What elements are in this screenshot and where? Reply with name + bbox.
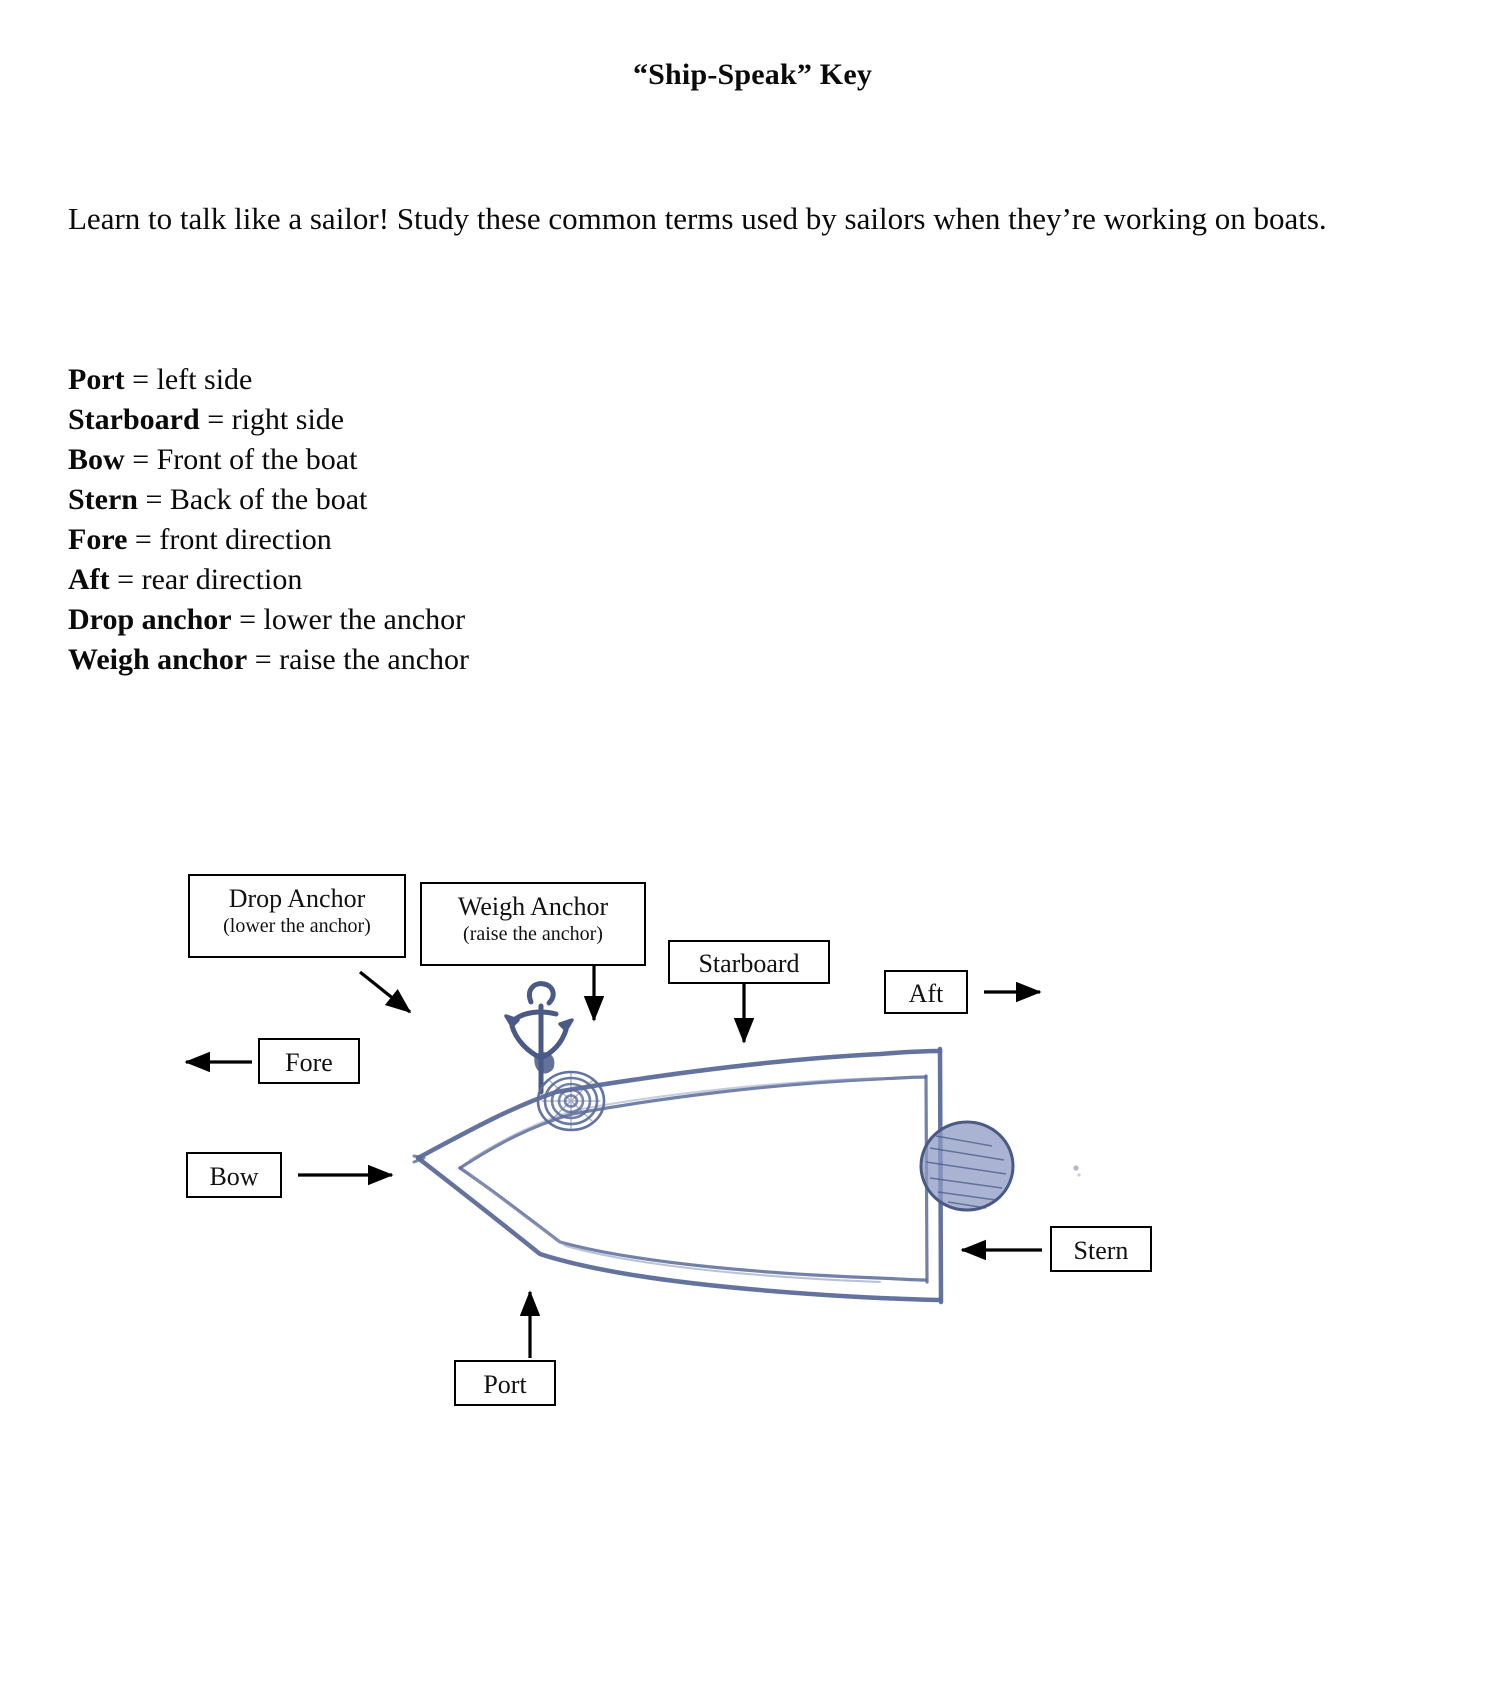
label-box-stern[interactable]: Stern bbox=[1050, 1226, 1152, 1272]
vocabulary-list: Port = left side Starboard = right side … bbox=[68, 360, 968, 680]
label-aft-title: Aft bbox=[908, 979, 944, 1008]
label-weigh-anchor-title: Weigh Anchor bbox=[457, 892, 609, 921]
vocab-definition: left side bbox=[156, 363, 253, 396]
vocab-entry: Drop anchor = lower the anchor bbox=[68, 600, 968, 640]
vocab-separator: = bbox=[124, 363, 157, 396]
label-drop-anchor-title: Drop Anchor bbox=[228, 884, 366, 913]
vocab-definition: Front of the boat bbox=[156, 443, 358, 476]
label-port-title: Port bbox=[483, 1370, 527, 1399]
anchor-sketch-icon bbox=[504, 981, 574, 1095]
vocab-term: Aft bbox=[68, 563, 110, 596]
vocab-separator: = bbox=[127, 523, 160, 556]
vocab-term: Weigh anchor bbox=[68, 643, 248, 676]
vocab-definition: raise the anchor bbox=[279, 643, 470, 676]
vocab-definition: front direction bbox=[159, 523, 332, 556]
vocab-separator: = bbox=[231, 603, 264, 636]
worksheet-page: “Ship-Speak” Key Learn to talk like a sa… bbox=[0, 0, 1505, 1698]
vocab-term: Drop anchor bbox=[68, 603, 232, 636]
label-starboard-title: Starboard bbox=[698, 949, 800, 978]
label-bow-title: Bow bbox=[209, 1162, 259, 1191]
vocab-separator: = bbox=[199, 403, 232, 436]
vocab-term: Port bbox=[68, 363, 125, 396]
vocab-separator: = bbox=[247, 643, 280, 676]
label-box-drop-anchor[interactable]: Drop Anchor (lower the anchor) bbox=[188, 874, 406, 958]
vocab-entry: Port = left side bbox=[68, 360, 968, 400]
pencil-fleck bbox=[1073, 1165, 1081, 1177]
vocab-entry: Fore = front direction bbox=[68, 520, 968, 560]
label-fore-title: Fore bbox=[285, 1048, 333, 1077]
label-box-starboard[interactable]: Starboard bbox=[668, 940, 830, 984]
vocab-definition: right side bbox=[231, 403, 345, 436]
vocab-term: Bow bbox=[68, 443, 125, 476]
vocab-entry: Aft = rear direction bbox=[68, 560, 968, 600]
vocab-entry: Bow = Front of the boat bbox=[68, 440, 968, 480]
vocab-definition: rear direction bbox=[141, 563, 303, 596]
rope-coil-sketch bbox=[536, 1070, 606, 1132]
label-box-port[interactable]: Port bbox=[454, 1360, 556, 1406]
vocab-entry: Weigh anchor = raise the anchor bbox=[68, 640, 968, 680]
vocab-term: Starboard bbox=[68, 403, 200, 436]
intro-paragraph: Learn to talk like a sailor! Study these… bbox=[68, 201, 1327, 236]
label-box-weigh-anchor[interactable]: Weigh Anchor (raise the anchor) bbox=[420, 882, 646, 966]
label-box-fore[interactable]: Fore bbox=[258, 1038, 360, 1084]
vocab-entry: Starboard = right side bbox=[68, 400, 968, 440]
page-title: “Ship-Speak” Key bbox=[632, 58, 873, 91]
label-weigh-anchor-sub: (raise the anchor) bbox=[463, 923, 603, 945]
boat-hull bbox=[412, 1046, 944, 1305]
vocab-separator: = bbox=[124, 443, 157, 476]
vocab-separator: = bbox=[109, 563, 142, 596]
label-box-aft[interactable]: Aft bbox=[884, 970, 968, 1014]
stern-fender-sketch bbox=[919, 1120, 1015, 1212]
vocab-separator: = bbox=[138, 483, 170, 516]
label-box-bow[interactable]: Bow bbox=[186, 1152, 282, 1198]
vocab-term: Stern bbox=[68, 483, 138, 516]
label-drop-anchor-sub: (lower the anchor) bbox=[223, 915, 371, 937]
arrow-drop-anchor bbox=[359, 970, 412, 1014]
vocab-definition: lower the anchor bbox=[263, 603, 466, 636]
vocab-term: Fore bbox=[68, 523, 128, 556]
label-stern-title: Stern bbox=[1073, 1236, 1129, 1265]
vocab-entry: Stern = Back of the boat bbox=[68, 480, 968, 520]
vocab-definition: Back of the boat bbox=[169, 483, 368, 516]
